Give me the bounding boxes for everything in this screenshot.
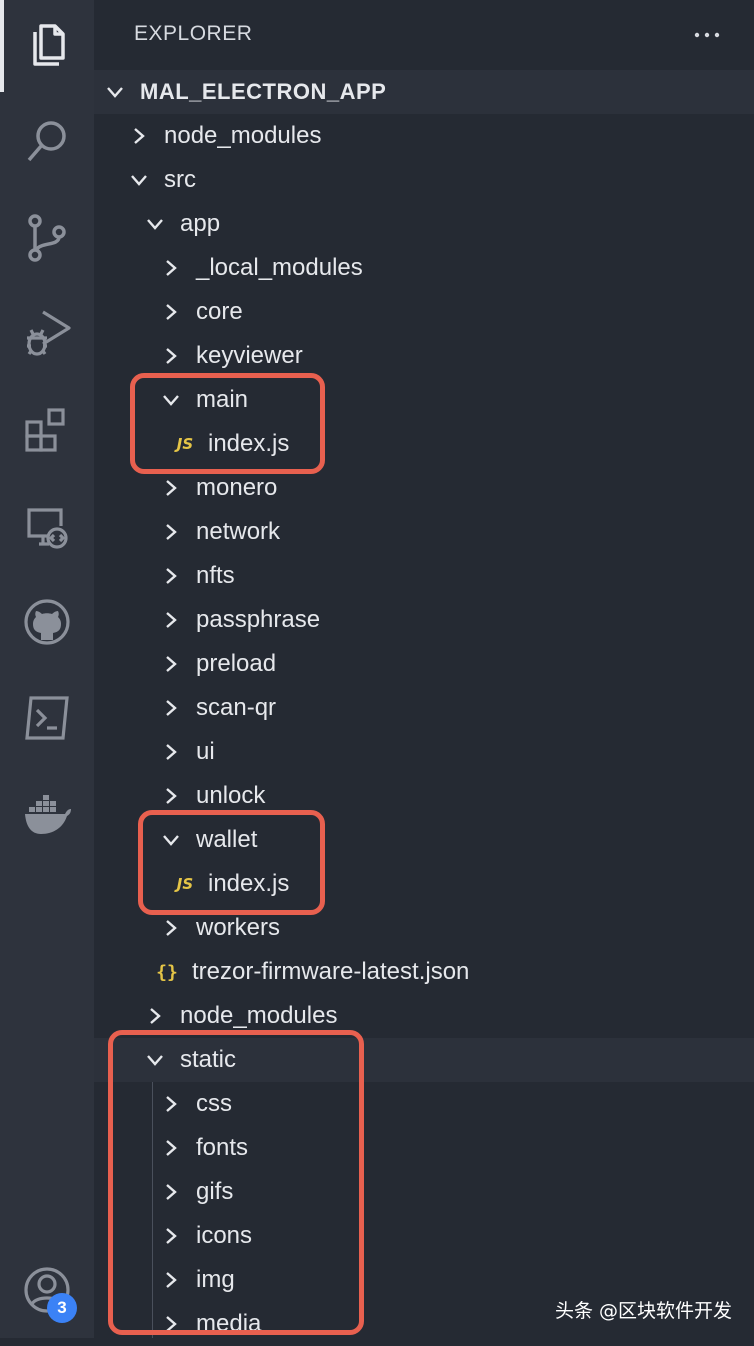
tree-item-core[interactable]: core [94, 290, 754, 334]
tree-item-ui[interactable]: ui [94, 730, 754, 774]
github-icon[interactable] [15, 590, 79, 654]
tree-item-node-modules[interactable]: node_modules [94, 114, 754, 158]
chevron-right-icon [166, 304, 177, 320]
tree-item-src[interactable]: src [94, 158, 754, 202]
tree-item-nfts[interactable]: nfts [94, 554, 754, 598]
explorer-title: EXPLORER [134, 22, 253, 45]
project-root[interactable]: MAL_ELECTRON_APP [94, 70, 754, 114]
tree-item-label: _local_modules [196, 254, 363, 281]
chevron-right-icon [166, 920, 177, 936]
chevron-right-icon [166, 260, 177, 276]
tree-item-local-modules[interactable]: _local_modules [94, 246, 754, 290]
tree-item-label: trezor-firmware-latest.json [192, 958, 470, 985]
source-control-icon[interactable] [15, 206, 79, 270]
terminal-icon[interactable] [15, 686, 79, 750]
tree-item-label: workers [196, 914, 281, 941]
accounts-badge: 3 [47, 1293, 77, 1323]
search-icon[interactable] [15, 110, 79, 174]
remote-explorer-icon[interactable] [15, 494, 79, 558]
highlight-box-static [108, 1030, 364, 1335]
chevron-right-icon [150, 1008, 161, 1024]
chevron-right-icon [166, 612, 177, 628]
tree-item-label: scan-qr [196, 694, 277, 721]
tree-item-label: src [164, 166, 196, 193]
active-indicator [0, 0, 4, 92]
tree-item-label: nfts [196, 562, 235, 589]
activity-bar: 3 [0, 0, 94, 1338]
chevron-right-icon [166, 656, 177, 672]
tree-item-label: keyviewer [196, 342, 303, 369]
tree-item-passphrase[interactable]: passphrase [94, 598, 754, 642]
tree-item-label: core [196, 298, 243, 325]
extensions-icon[interactable] [15, 398, 79, 462]
tree-item-label: passphrase [196, 606, 321, 633]
tree-item-preload[interactable]: preload [94, 642, 754, 686]
tree-item-label: unlock [196, 782, 266, 809]
chevron-down-icon [131, 175, 147, 186]
tree-item-scan-qr[interactable]: scan-qr [94, 686, 754, 730]
tree-item-label: preload [196, 650, 277, 677]
tree-item-keyviewer[interactable]: keyviewer [94, 334, 754, 378]
chevron-right-icon [166, 348, 177, 364]
project-name: MAL_ELECTRON_APP [140, 79, 387, 104]
tree-item-label: node_modules [180, 1002, 338, 1029]
watermark: 头条 @区块软件开发 [555, 1300, 733, 1322]
tree-item-label: monero [196, 474, 278, 501]
tree-item-label: ui [196, 738, 215, 765]
highlight-box-wallet [138, 810, 325, 915]
chevron-down-icon [107, 87, 123, 98]
tree-item-label: app [180, 210, 221, 237]
tree-item-app[interactable]: app [94, 202, 754, 246]
explorer-icon[interactable] [15, 14, 79, 78]
tree-item-network[interactable]: network [94, 510, 754, 554]
docker-icon[interactable] [15, 782, 79, 846]
tree-item-label: network [196, 518, 281, 545]
json-file-icon: {} [156, 961, 178, 983]
chevron-right-icon [134, 128, 145, 144]
chevron-right-icon [166, 744, 177, 760]
run-debug-icon[interactable] [15, 302, 79, 366]
highlight-box-main [130, 373, 325, 474]
chevron-right-icon [166, 524, 177, 540]
chevron-right-icon [166, 568, 177, 584]
chevron-right-icon [166, 700, 177, 716]
tree-item-trezor-json[interactable]: {} trezor-firmware-latest.json [94, 950, 754, 994]
more-actions-icon[interactable] [692, 20, 722, 50]
chevron-right-icon [166, 788, 177, 804]
tree-item-label: node_modules [164, 122, 322, 149]
chevron-down-icon [147, 219, 163, 230]
chevron-right-icon [166, 480, 177, 496]
